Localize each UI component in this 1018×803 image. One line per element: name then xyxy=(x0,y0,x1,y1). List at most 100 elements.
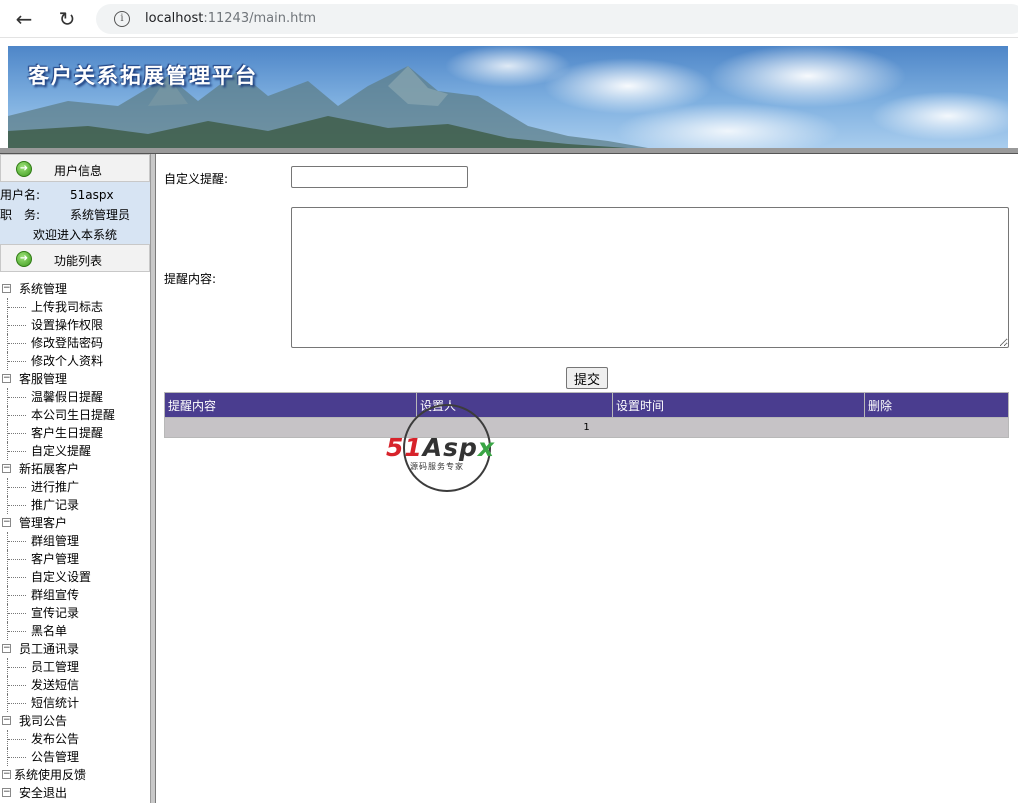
collapse-toggle-icon[interactable]: − xyxy=(2,518,11,527)
reload-icon[interactable]: ↻ xyxy=(55,7,79,31)
column-header-delete: 删除 xyxy=(864,392,1009,418)
collapse-toggle-icon[interactable]: − xyxy=(2,644,11,653)
collapse-toggle-icon[interactable]: − xyxy=(2,464,11,473)
tree-item-link[interactable]: 设置操作权限 xyxy=(0,316,150,334)
tree-connector-line xyxy=(7,442,27,460)
tree-item-label: 修改个人资料 xyxy=(31,354,104,368)
collapse-toggle-icon[interactable]: − xyxy=(2,788,11,797)
tree-item-label: 员工管理 xyxy=(31,660,80,674)
tree-item-label: 修改登陆密码 xyxy=(31,336,104,350)
tree-item-label: 上传我司标志 xyxy=(31,300,104,314)
tree-category-label: 系统使用反馈 xyxy=(14,768,87,782)
function-list-title: 功能列表 xyxy=(53,254,102,268)
tree-connector-line xyxy=(7,550,27,568)
pager-page-1[interactable]: 1 xyxy=(164,417,1009,438)
tree-category[interactable]: − 新拓展客户 xyxy=(0,460,150,478)
tree-connector-line xyxy=(7,604,27,622)
tree-connector-line xyxy=(7,316,27,334)
reminder-name-label: 自定义提醒: xyxy=(164,172,229,186)
banner-title: 客户关系拓展管理平台 xyxy=(28,63,258,88)
address-bar[interactable]: i localhost:11243/main.htm xyxy=(96,4,1018,34)
tree-item-label: 发送短信 xyxy=(31,678,80,692)
function-tree: − 系统管理 上传我司标志 设置操作权限 修改登陆密码 修改个人资料 − 客服管理 温馨假日提醒… xyxy=(0,272,150,802)
tree-connector-line xyxy=(7,532,27,550)
tree-item-link[interactable]: 群组管理 xyxy=(0,532,150,550)
tree-category[interactable]: − 系统使用反馈 xyxy=(0,766,150,784)
tree-connector-line xyxy=(7,586,27,604)
collapse-toggle-icon[interactable]: − xyxy=(2,716,11,725)
tree-category[interactable]: − 员工通讯录 xyxy=(0,640,150,658)
collapse-toggle-icon[interactable]: − xyxy=(2,770,11,779)
tree-item-label: 设置操作权限 xyxy=(31,318,104,332)
tree-item-link[interactable]: 自定义设置 xyxy=(0,568,150,586)
tree-connector-line xyxy=(7,694,27,712)
reminder-table: 提醒内容 设置人 设置时间 删除 1 xyxy=(164,392,1009,438)
tree-item-link[interactable]: 修改个人资料 xyxy=(0,352,150,370)
tree-item-label: 客户生日提醒 xyxy=(31,426,104,440)
tree-item-link[interactable]: 发布公告 xyxy=(0,730,150,748)
function-list-header: ➜ 功能列表 xyxy=(0,244,150,272)
column-header-content: 提醒内容 xyxy=(164,392,417,418)
collapse-toggle-icon[interactable]: − xyxy=(2,284,11,293)
tree-item-link[interactable]: 温馨假日提醒 xyxy=(0,388,150,406)
tree-category-label: 客服管理 xyxy=(19,372,68,386)
user-info-title: 用户信息 xyxy=(53,164,102,178)
collapse-toggle-icon[interactable]: − xyxy=(2,374,11,383)
reminder-name-input[interactable] xyxy=(291,166,468,188)
tree-item-link[interactable]: 推广记录 xyxy=(0,496,150,514)
tree-category[interactable]: − 客服管理 xyxy=(0,370,150,388)
tree-item-link[interactable]: 宣传记录 xyxy=(0,604,150,622)
role-value: 系统管理员 xyxy=(70,208,131,222)
username-label: 用户名: xyxy=(0,188,41,202)
back-arrow-icon[interactable]: ← xyxy=(12,7,36,31)
tree-connector-line xyxy=(7,478,27,496)
tree-category[interactable]: − 安全退出 xyxy=(0,784,150,802)
tree-item-link[interactable]: 自定义提醒 xyxy=(0,442,150,460)
main-content: 自定义提醒: 提醒内容: 提交 提醒内容 设置人 设置时间 删除 1 xyxy=(156,154,1018,803)
url-host: localhost xyxy=(145,11,204,26)
username-row: 用户名: 51aspx xyxy=(0,185,150,205)
site-info-icon[interactable]: i xyxy=(114,11,130,27)
tree-item-link[interactable]: 本公司生日提醒 xyxy=(0,406,150,424)
tree-connector-line xyxy=(7,424,27,442)
tree-connector-line xyxy=(7,496,27,514)
submit-button[interactable]: 提交 xyxy=(566,367,608,389)
tree-item-link[interactable]: 员工管理 xyxy=(0,658,150,676)
tree-item-link[interactable]: 客户生日提醒 xyxy=(0,424,150,442)
tree-category[interactable]: − 系统管理 xyxy=(0,280,150,298)
tree-connector-line xyxy=(7,568,27,586)
tree-category[interactable]: − 管理客户 xyxy=(0,514,150,532)
tree-item-label: 宣传记录 xyxy=(31,606,80,620)
tree-item-link[interactable]: 进行推广 xyxy=(0,478,150,496)
url-path: :11243/main.htm xyxy=(203,11,317,26)
tree-item-label: 推广记录 xyxy=(31,498,80,512)
tree-item-link[interactable]: 发送短信 xyxy=(0,676,150,694)
tree-item-link[interactable]: 短信统计 xyxy=(0,694,150,712)
tree-item-label: 黑名单 xyxy=(31,624,68,638)
tree-item-link[interactable]: 黑名单 xyxy=(0,622,150,640)
user-info-panel: 用户名: 51aspx 职 务: 系统管理员 欢迎进入本系统 xyxy=(0,182,150,244)
username-value: 51aspx xyxy=(70,188,114,202)
reminder-content-textarea[interactable] xyxy=(291,207,1009,348)
tree-item-link[interactable]: 公告管理 xyxy=(0,748,150,766)
tree-connector-line xyxy=(7,730,27,748)
tree-item-label: 客户管理 xyxy=(31,552,80,566)
tree-item-label: 群组宣传 xyxy=(31,588,80,602)
tree-item-label: 自定义设置 xyxy=(31,570,92,584)
tree-item-label: 温馨假日提醒 xyxy=(31,390,104,404)
tree-item-link[interactable]: 群组宣传 xyxy=(0,586,150,604)
tree-connector-line xyxy=(7,406,27,424)
tree-category-label: 管理客户 xyxy=(19,516,68,530)
tree-category-label: 系统管理 xyxy=(19,282,68,296)
tree-item-link[interactable]: 上传我司标志 xyxy=(0,298,150,316)
tree-connector-line xyxy=(7,298,27,316)
tree-item-link[interactable]: 修改登陆密码 xyxy=(0,334,150,352)
tree-connector-line xyxy=(7,334,27,352)
user-info-header: ➜ 用户信息 xyxy=(0,154,150,182)
tree-item-label: 发布公告 xyxy=(31,732,80,746)
tree-connector-line xyxy=(7,352,27,370)
url-text[interactable]: localhost:11243/main.htm xyxy=(145,11,316,26)
tree-category[interactable]: − 我司公告 xyxy=(0,712,150,730)
tree-item-link[interactable]: 客户管理 xyxy=(0,550,150,568)
tree-connector-line xyxy=(7,748,27,766)
